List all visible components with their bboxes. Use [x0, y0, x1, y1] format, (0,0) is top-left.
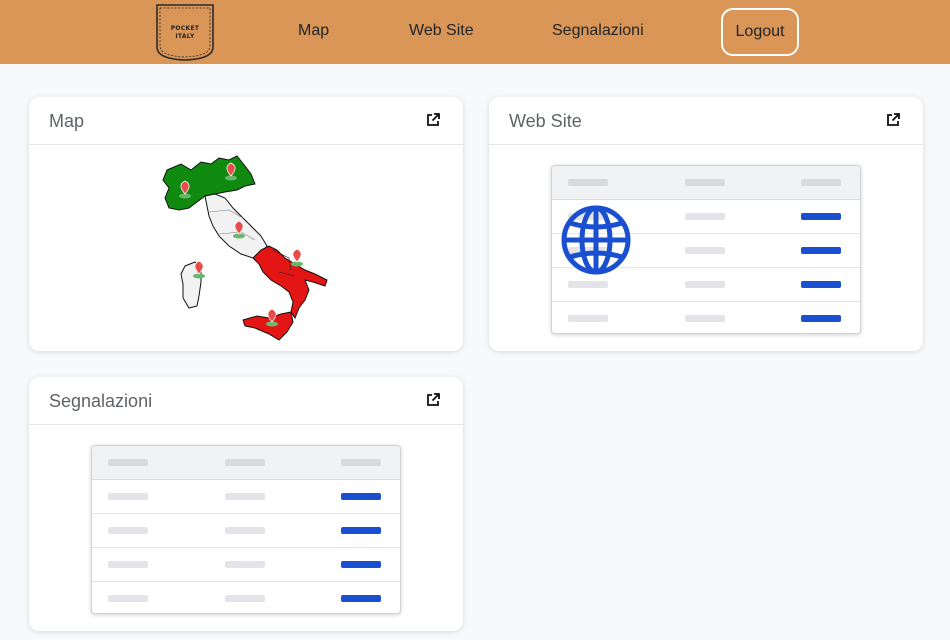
external-link-icon[interactable] — [885, 112, 901, 128]
top-navbar: POCKET ITALY Map Web Site Segnalazioni L… — [0, 0, 950, 64]
nav-link-map[interactable]: Map — [298, 22, 329, 40]
card-header: Map — [29, 97, 463, 145]
nav-link-website[interactable]: Web Site — [409, 22, 474, 40]
globe-icon — [561, 205, 631, 275]
card-body — [29, 146, 463, 351]
card-body — [29, 426, 463, 631]
map-card[interactable]: Map — [29, 97, 463, 351]
external-link-icon[interactable] — [425, 392, 441, 408]
card-body — [489, 146, 923, 351]
card-title: Map — [49, 111, 85, 131]
table-illustration — [91, 445, 401, 614]
segnalazioni-card[interactable]: Segnalazioni — [29, 377, 463, 631]
table-illustration — [551, 165, 861, 334]
pocket-italy-logo[interactable]: POCKET ITALY — [155, 3, 215, 62]
website-card[interactable]: Web Site — [489, 97, 923, 351]
external-link-icon[interactable] — [425, 112, 441, 128]
nav-link-segnalazioni[interactable]: Segnalazioni — [552, 22, 644, 40]
italy-map-illustration — [162, 155, 328, 341]
card-header: Segnalazioni — [29, 377, 463, 425]
card-title: Segnalazioni — [49, 391, 153, 411]
logout-button[interactable]: Logout — [721, 8, 799, 56]
card-title: Web Site — [509, 111, 582, 131]
card-header: Web Site — [489, 97, 923, 145]
logo-text: POCKET ITALY — [170, 25, 200, 40]
